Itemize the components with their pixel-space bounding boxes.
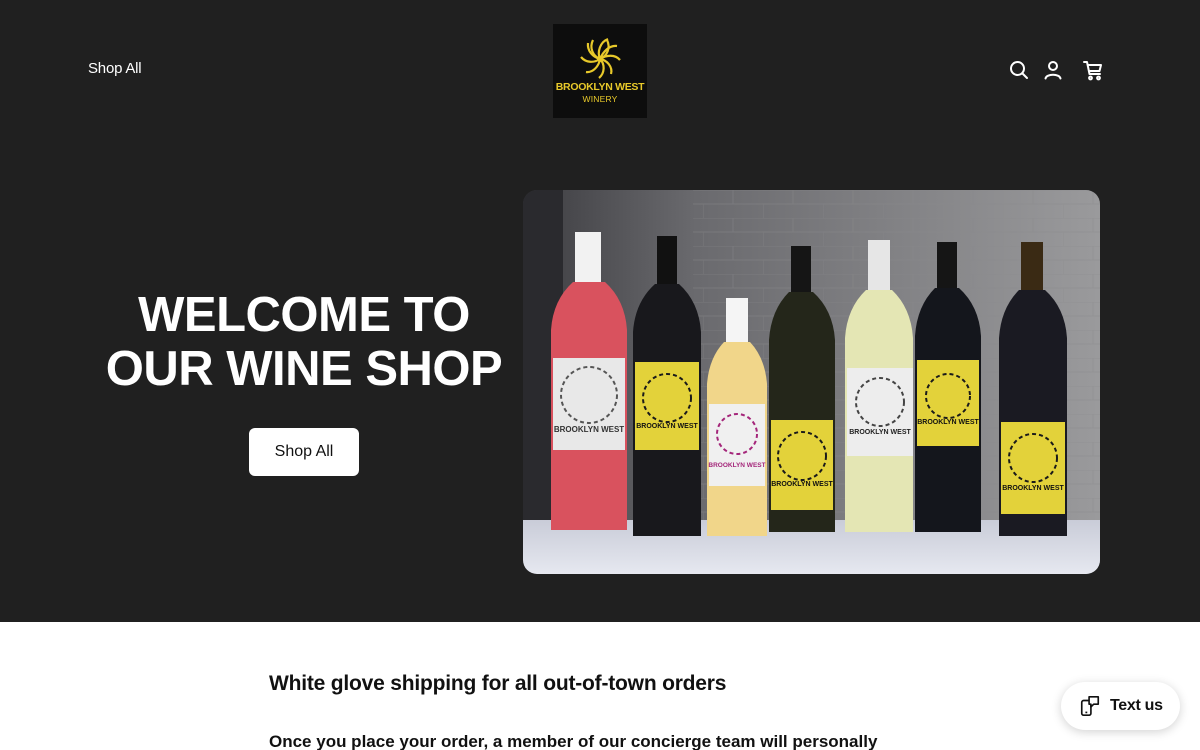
logo-line-1: BROOKLYN WEST	[555, 81, 645, 93]
hero-shop-all-button[interactable]: Shop All	[249, 428, 359, 476]
nav-shop-all-link[interactable]: Shop All	[88, 60, 142, 77]
brooklyn-west-logo[interactable]: BROOKLYN WEST WINERY	[553, 24, 647, 118]
hero-wine-bottles-image: BROOKLYN WEST BROOKLYN WEST BROOKLYN WES…	[523, 190, 1100, 574]
text-us-button[interactable]: Text us	[1061, 682, 1180, 730]
hero-section: Shop All BROOKLYN WEST WINERY WELCOME TO…	[0, 0, 1200, 622]
svg-text:BROOKLYN WEST: BROOKLYN WEST	[636, 423, 698, 430]
svg-text:BROOKLYN WEST: BROOKLYN WEST	[771, 481, 833, 488]
account-icon[interactable]	[1041, 58, 1065, 82]
section-heading: White glove shipping for all out-of-town…	[269, 672, 727, 695]
svg-text:BROOKLYN WEST: BROOKLYN WEST	[708, 462, 765, 469]
cart-icon[interactable]	[1081, 58, 1105, 82]
section-body-text: Once you place your order, a member of o…	[269, 732, 878, 750]
svg-text:BROOKLYN WEST: BROOKLYN WEST	[1002, 485, 1064, 492]
phone-chat-icon	[1079, 695, 1101, 717]
hero-title: WELCOME TO OUR WINE SHOP	[105, 288, 503, 396]
text-us-label: Text us	[1110, 697, 1163, 714]
search-icon[interactable]	[1007, 58, 1031, 82]
svg-text:BROOKLYN WEST: BROOKLYN WEST	[917, 419, 979, 426]
svg-text:BROOKLYN WEST: BROOKLYN WEST	[554, 425, 624, 434]
logo-line-2: WINERY	[582, 94, 618, 104]
svg-text:BROOKLYN WEST: BROOKLYN WEST	[849, 429, 911, 436]
